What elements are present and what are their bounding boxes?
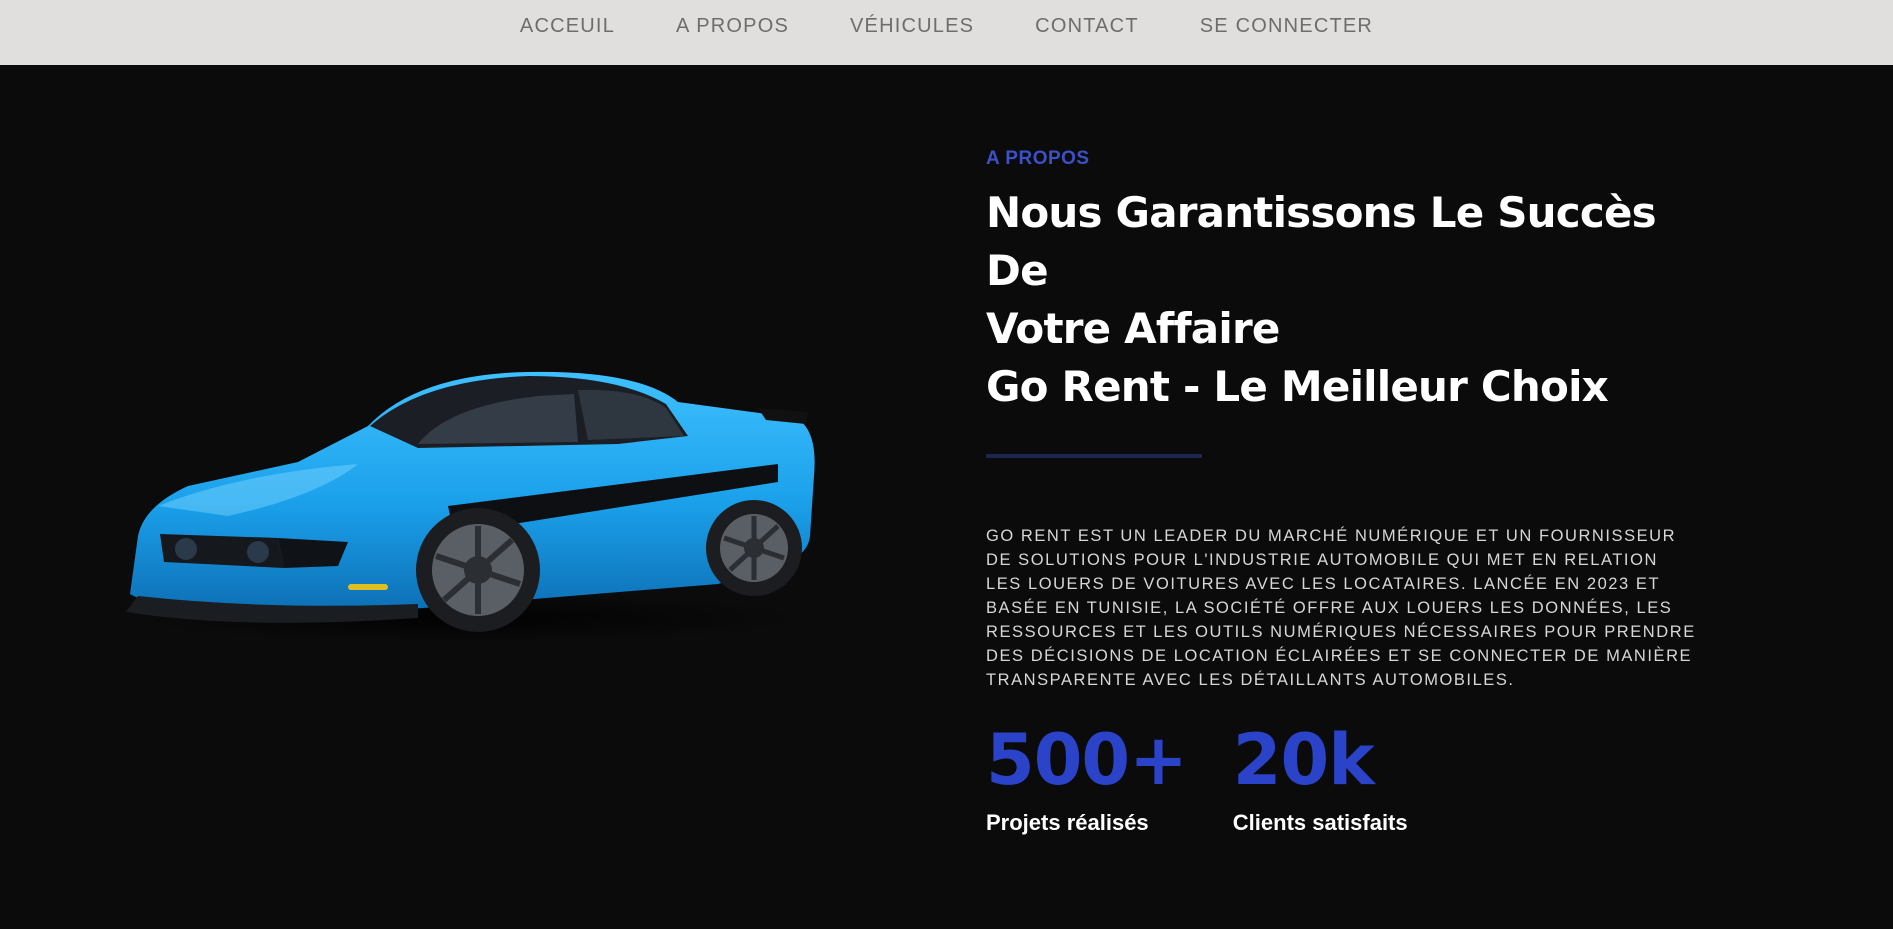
headline-line-1: Nous Garantissons Le Succès De xyxy=(986,188,1657,295)
nav-item-contact: CONTACT xyxy=(1035,14,1139,38)
description-text: GO RENT EST UN LEADER DU MARCHÉ NUMÉRIQU… xyxy=(986,527,1696,689)
headline-line-2: Votre Affaire xyxy=(986,304,1280,353)
nav-item-se-connecter: SE CONNECTER xyxy=(1200,14,1373,38)
stat-value: 500+ xyxy=(986,719,1188,801)
car-image xyxy=(126,371,815,644)
nav-item-accueil: ACCEUIL xyxy=(520,14,615,38)
nav-link-a-propos[interactable]: A PROPOS xyxy=(676,14,789,38)
stat-projects: 500+ Projets réalisés xyxy=(986,719,1188,836)
nav-link-contact[interactable]: CONTACT xyxy=(1035,14,1139,38)
nav-menu: ACCEUIL A PROPOS VÉHICULES CONTACT SE CO… xyxy=(0,14,1893,38)
nav-link-se-connecter[interactable]: SE CONNECTER xyxy=(1200,14,1373,38)
stat-label: Projets réalisés xyxy=(986,810,1149,835)
stat-value: 20k xyxy=(1232,719,1375,801)
nav-item-vehicules: VÉHICULES xyxy=(850,14,974,38)
divider xyxy=(986,454,1202,458)
top-navbar: ACCEUIL A PROPOS VÉHICULES CONTACT SE CO… xyxy=(0,0,1893,65)
stat-clients: 20k Clients satisfaits xyxy=(1233,724,1408,836)
about-content: A PROPOS Nous Garantissons Le Succès De … xyxy=(986,148,1706,836)
section-label: A PROPOS xyxy=(986,148,1090,169)
nav-link-vehicules[interactable]: VÉHICULES xyxy=(850,14,974,38)
nav-item-a-propos: A PROPOS xyxy=(676,14,789,38)
stats-row: 500+ Projets réalisés 20k Clients satisf… xyxy=(986,724,1706,836)
headline-line-3: Go Rent - Le Meilleur Choix xyxy=(986,362,1609,411)
nav-link-accueil[interactable]: ACCEUIL xyxy=(520,14,615,38)
stat-label: Clients satisfaits xyxy=(1232,810,1408,835)
headline: Nous Garantissons Le Succès De Votre Aff… xyxy=(986,184,1706,416)
